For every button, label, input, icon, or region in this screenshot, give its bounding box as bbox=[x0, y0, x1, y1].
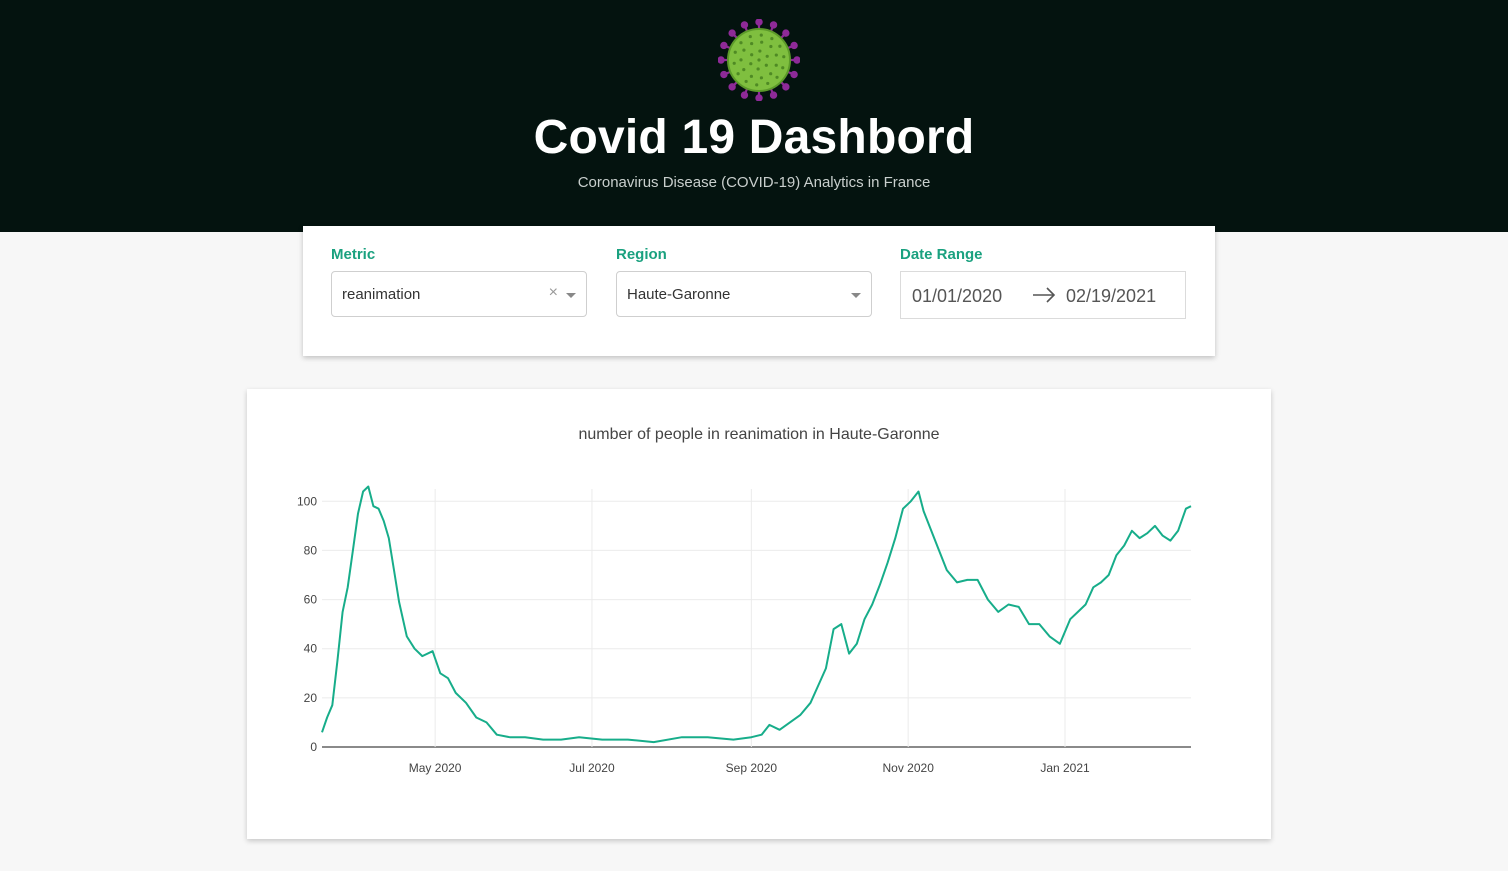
y-tick-label: 60 bbox=[304, 593, 318, 607]
page-subtitle: Coronavirus Disease (COVID-19) Analytics… bbox=[577, 174, 931, 191]
metric-dropdown[interactable]: reanimation × bbox=[331, 271, 587, 317]
x-tick-label: May 2020 bbox=[409, 761, 462, 775]
y-tick-label: 80 bbox=[304, 543, 318, 557]
x-tick-label: Jul 2020 bbox=[569, 761, 615, 775]
y-tick-label: 20 bbox=[304, 691, 318, 705]
metric-value: reanimation bbox=[342, 286, 421, 303]
y-tick-label: 40 bbox=[304, 642, 318, 656]
page-title: Covid 19 Dashbord bbox=[533, 111, 975, 164]
date-range-picker[interactable] bbox=[900, 271, 1186, 319]
arrow-right-icon bbox=[1033, 287, 1056, 303]
line-chart[interactable]: number of people in reanimation in Haute… bbox=[247, 389, 1271, 839]
region-label: Region bbox=[616, 246, 667, 263]
chevron-down-icon[interactable] bbox=[851, 293, 861, 298]
x-tick-label: Nov 2020 bbox=[883, 761, 935, 775]
y-tick-label: 100 bbox=[297, 494, 317, 508]
x-tick-label: Jan 2021 bbox=[1040, 761, 1090, 775]
header-banner: Covid 19 Dashbord Coronavirus Disease (C… bbox=[0, 0, 1508, 232]
metric-label: Metric bbox=[331, 246, 376, 263]
clear-icon[interactable]: × bbox=[549, 284, 558, 302]
filter-panel: Metric reanimation × Region Haute-Garonn… bbox=[303, 226, 1215, 356]
reanimation-series-line[interactable] bbox=[321, 485, 1192, 744]
chart-card: number of people in reanimation in Haute… bbox=[247, 389, 1271, 839]
x-tick-label: Sep 2020 bbox=[726, 761, 778, 775]
chevron-down-icon[interactable] bbox=[566, 293, 576, 298]
date-range-label: Date Range bbox=[900, 246, 983, 263]
y-tick-label: 0 bbox=[310, 740, 317, 754]
virus-icon bbox=[718, 19, 800, 101]
region-value: Haute-Garonne bbox=[627, 286, 731, 303]
chart-title: number of people in reanimation in Haute… bbox=[578, 426, 939, 443]
end-date-input[interactable] bbox=[1066, 286, 1176, 307]
start-date-input[interactable] bbox=[912, 286, 1022, 307]
region-dropdown[interactable]: Haute-Garonne bbox=[616, 271, 872, 317]
